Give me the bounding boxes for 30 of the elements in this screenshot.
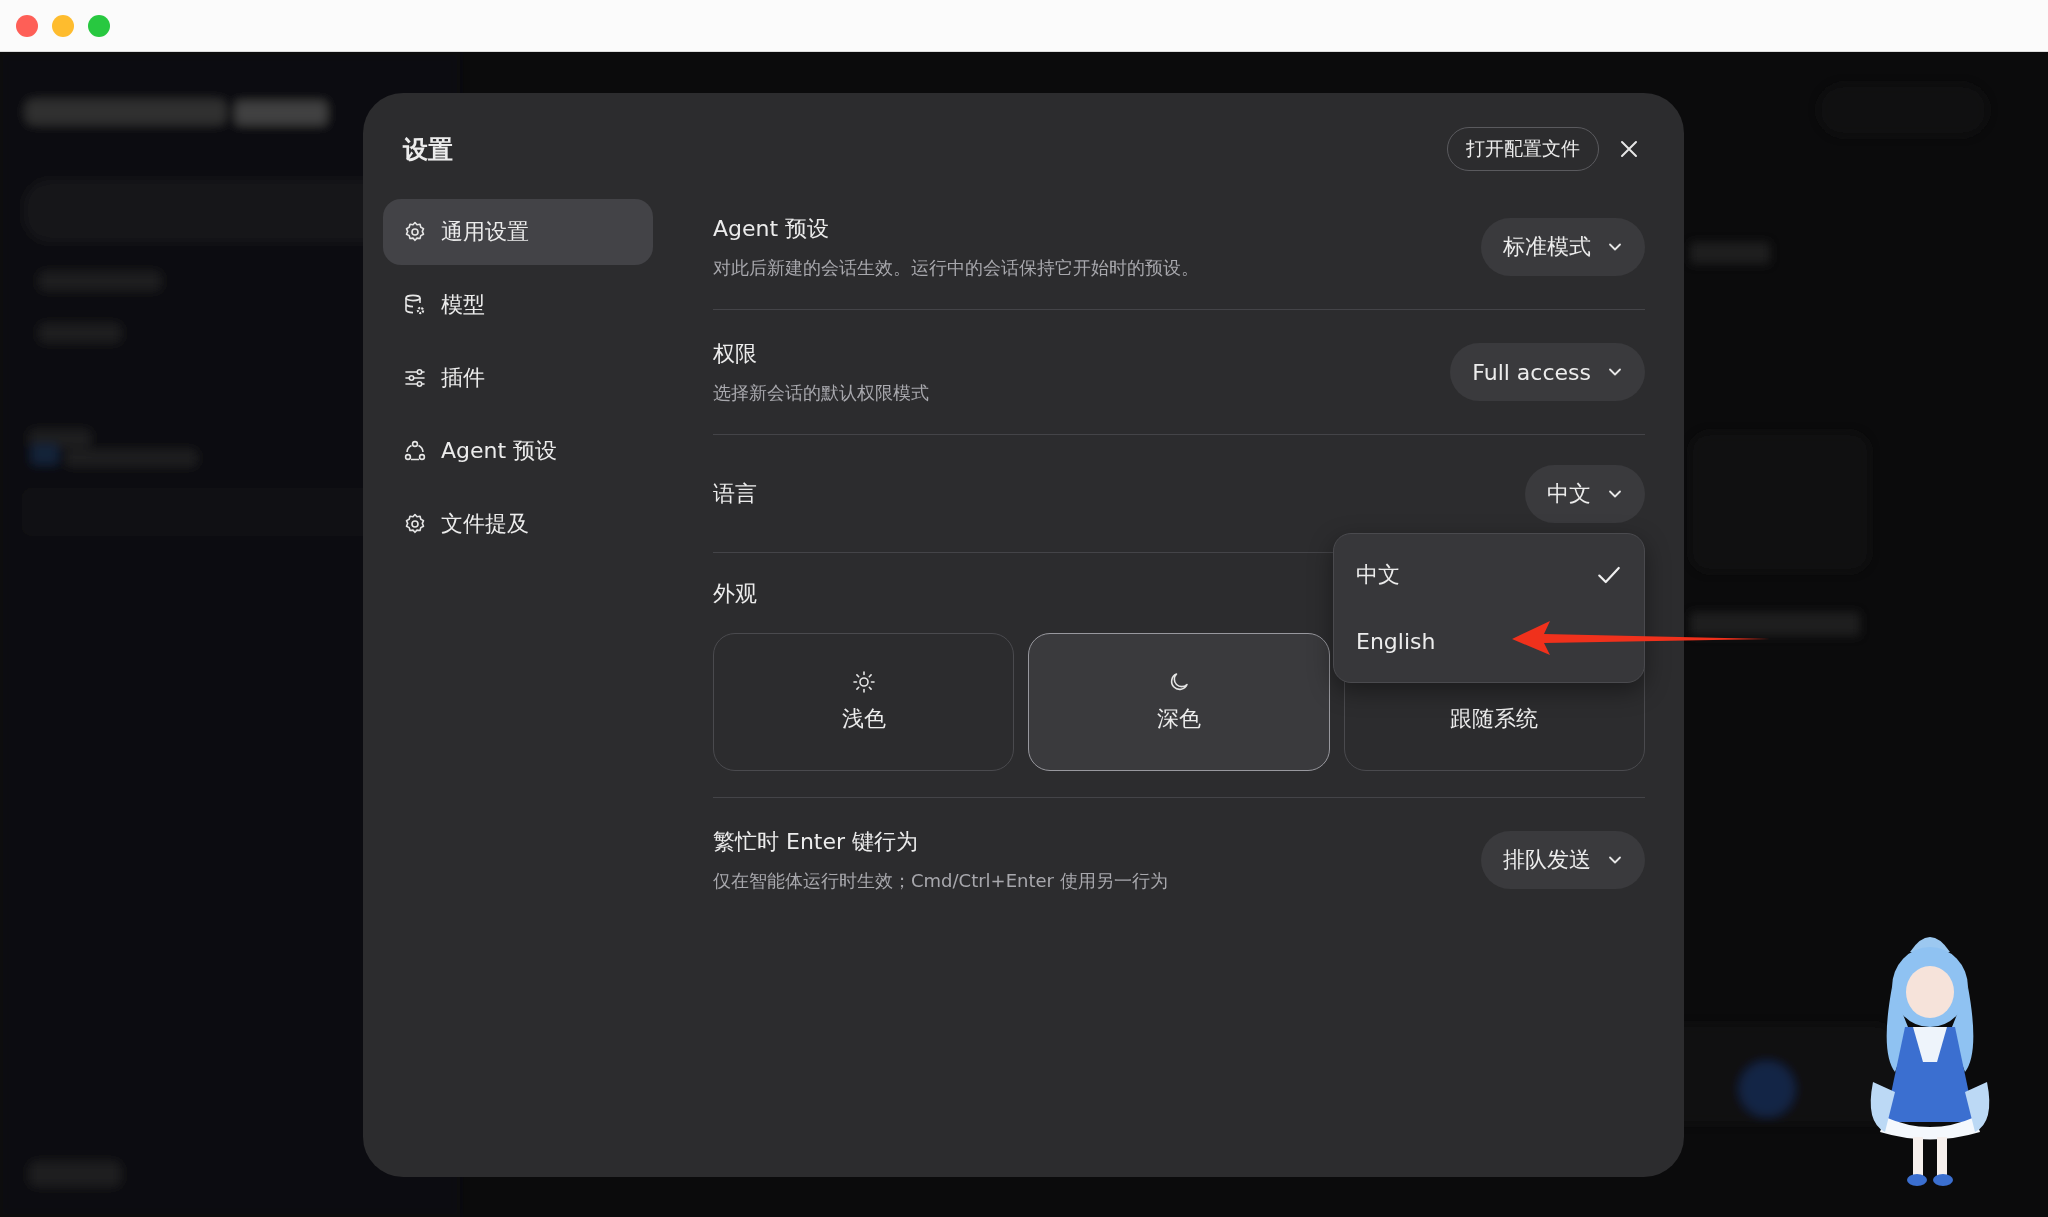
- minimize-window-button[interactable]: [52, 14, 74, 37]
- dropdown-select[interactable]: 中文: [1525, 464, 1645, 523]
- gear-icon: [403, 512, 427, 536]
- setting-title: 语言: [713, 479, 757, 508]
- setting-title: 繁忙时 Enter 键行为: [713, 828, 920, 856]
- gear-icon: [403, 220, 427, 244]
- theme-option[interactable]: 浅色: [713, 633, 1015, 771]
- dropdown-select[interactable]: Full access: [1450, 343, 1645, 401]
- dialog-title: 设置: [403, 133, 453, 166]
- nav-item[interactable]: 模型: [383, 272, 653, 338]
- setting-title: 外观: [713, 580, 758, 608]
- setting-description: 对此后新建的会话生效。运行中的会话保持它开始时的预设。: [713, 256, 1199, 280]
- dropdown-select[interactable]: 排队发送: [1481, 831, 1645, 889]
- setting-title: Agent 预设: [713, 215, 831, 243]
- nav-item[interactable]: 通用设置: [383, 199, 653, 265]
- database-gear-icon: [403, 293, 427, 317]
- theme-option[interactable]: 深色: [1028, 633, 1330, 771]
- sliders-icon: [403, 366, 427, 390]
- setting-title: 权限: [713, 340, 758, 368]
- setting-description: 选择新会话的默认权限模式: [713, 381, 929, 405]
- zoom-window-button[interactable]: [88, 14, 110, 37]
- dropdown-select[interactable]: 标准模式: [1481, 218, 1645, 276]
- nav-item[interactable]: 文件提及: [383, 491, 653, 557]
- nav-item[interactable]: 插件: [383, 345, 653, 411]
- sun-icon: [851, 670, 876, 694]
- close-window-button[interactable]: [16, 14, 38, 37]
- nodes-icon: [403, 439, 427, 463]
- menu-option[interactable]: 中文: [1334, 542, 1644, 608]
- setting-description: 仅在智能体运行时生效；Cmd/Ctrl+Enter 使用另一行为: [713, 869, 1168, 893]
- nav-item[interactable]: Agent 预设: [383, 418, 653, 484]
